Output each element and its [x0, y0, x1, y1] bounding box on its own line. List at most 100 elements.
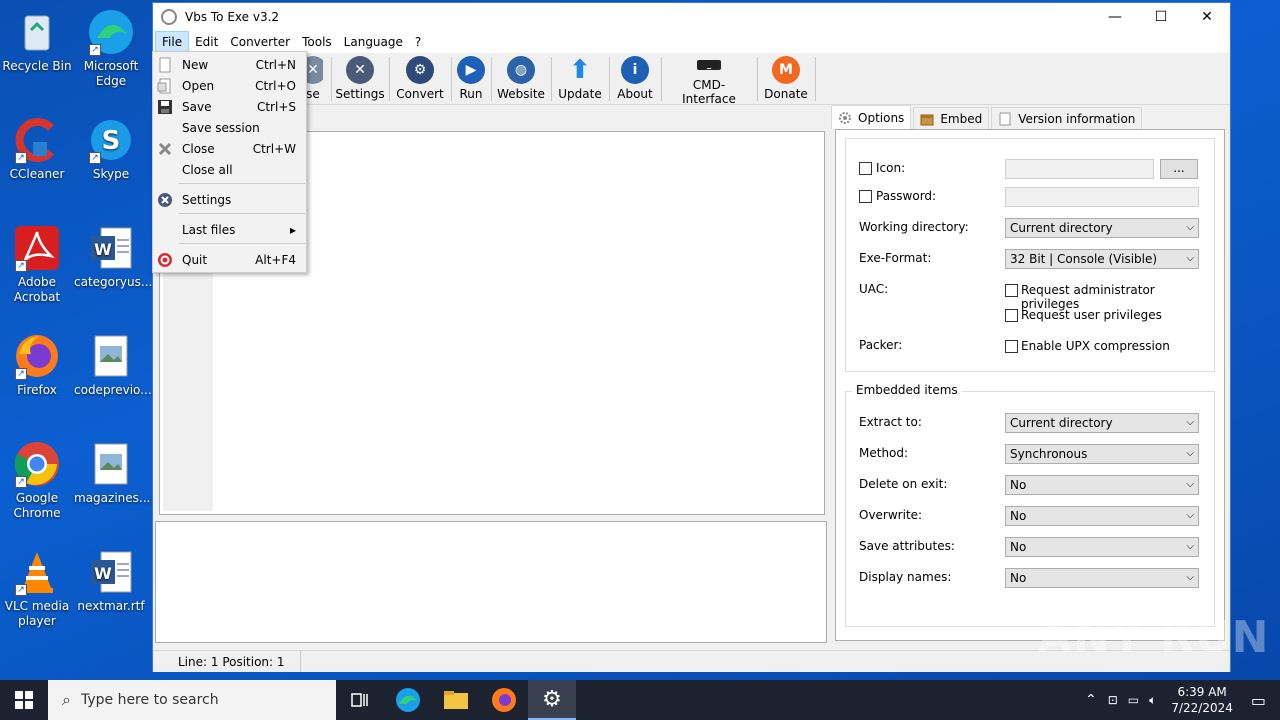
working-directory-select[interactable]: Current directory ⌵: [1005, 218, 1199, 238]
desktop-icon-recycle-bin[interactable]: Recycle Bin: [0, 8, 74, 74]
menu-item-label: Settings: [182, 192, 232, 207]
extract-to-select[interactable]: Current directory ⌵: [1005, 413, 1199, 433]
menu-file[interactable]: File: [155, 31, 190, 53]
notifications-icon[interactable]: ▭: [1243, 691, 1280, 710]
display-names-select[interactable]: No ⌵: [1005, 568, 1199, 588]
icon-checkbox[interactable]: [859, 162, 872, 175]
tab-version-information[interactable]: Version information: [991, 107, 1143, 129]
tab-options[interactable]: Options: [831, 105, 912, 129]
menu-item-settings[interactable]: Settings: [153, 189, 306, 210]
embedded-items-group: Embedded items Extract to: Current direc…: [845, 383, 1215, 627]
menu-item-shortcut: Alt+F4: [255, 252, 296, 267]
save-attributes-select[interactable]: No ⌵: [1005, 537, 1199, 557]
taskbar-edge-button[interactable]: [384, 680, 432, 720]
menu-item-new[interactable]: New Ctrl+N: [153, 54, 306, 75]
password-checkbox[interactable]: [859, 190, 872, 203]
icon-path-field[interactable]: [1005, 159, 1154, 179]
toolbar-separator: [551, 57, 552, 101]
desktop-icon-edge[interactable]: ↗ Microsoft Edge: [74, 8, 148, 89]
desktop-icon-ccleaner[interactable]: ↗ CCleaner: [0, 116, 74, 182]
svg-text:S: S: [102, 126, 121, 156]
desktop-icon-label: Adobe Acrobat: [13, 275, 61, 304]
acrobat-icon: ↗: [13, 224, 61, 272]
menu-item-quit[interactable]: Quit Alt+F4: [153, 249, 306, 270]
menu-separator: [179, 243, 305, 244]
taskbar-firefox-button[interactable]: [480, 680, 528, 720]
minimize-button[interactable]: —: [1092, 3, 1138, 31]
chevron-up-icon[interactable]: ⌃: [1079, 692, 1103, 708]
desktop-icon-magazines[interactable]: magazines...: [74, 440, 150, 506]
volume-icon[interactable]: 🔈︎: [1144, 693, 1161, 708]
desktop-icon-label: Skype: [92, 167, 130, 181]
toolbar-label: Website: [497, 87, 545, 101]
clock[interactable]: 6:39 AM 7/22/2024: [1161, 684, 1243, 716]
desktop-icon-label: codeprevio...: [74, 383, 152, 397]
menu-help[interactable]: ?: [409, 32, 427, 52]
upx-checkbox[interactable]: [1005, 340, 1018, 353]
menu-item-label: Save: [182, 99, 212, 114]
maximize-button[interactable]: ☐: [1138, 3, 1184, 31]
toolbar-cmd-interface-button[interactable]: _ CMD-Interface: [667, 53, 751, 106]
toolbar-separator: [757, 57, 758, 101]
chevron-down-icon: ⌵: [1186, 510, 1194, 521]
uac-user-checkbox[interactable]: [1005, 309, 1018, 322]
tab-embed[interactable]: Embed: [913, 107, 990, 129]
clock-date: 7/22/2024: [1171, 701, 1233, 715]
toolbar-separator: [451, 57, 452, 101]
toolbar: ✕ se ✕ Settings ⚙ Convert ▶ Run ◍ Websit…: [153, 53, 1230, 106]
desktop-icon-label: Recycle Bin: [2, 59, 72, 73]
anyrun-watermark: ANY RUN: [1038, 612, 1270, 663]
close-window-button[interactable]: ✕: [1184, 3, 1230, 31]
desktop-icon-skype[interactable]: S ↗ Skype: [74, 116, 148, 182]
toolbar-update-button[interactable]: ⬆ Update: [557, 53, 603, 103]
taskbar-vbs-to-exe-button[interactable]: ⚙: [528, 680, 576, 720]
display-icon[interactable]: ▭: [1123, 693, 1144, 707]
desktop-icon-chrome[interactable]: ↗ Google Chrome: [0, 440, 74, 521]
menu-edit[interactable]: Edit: [189, 32, 224, 52]
network-icon[interactable]: ⊡: [1103, 693, 1123, 707]
desktop-icon-codeprevio[interactable]: codeprevio...: [74, 332, 152, 398]
desktop-icon-categoryus[interactable]: W categoryus...: [74, 224, 152, 290]
shortcut-arrow-icon: ↗: [15, 368, 27, 380]
working-directory-label: Working directory:: [859, 220, 969, 234]
start-button[interactable]: [0, 680, 48, 720]
toolbar-convert-button[interactable]: ⚙ Convert: [395, 53, 445, 103]
toolbar-website-button[interactable]: ◍ Website: [497, 53, 545, 103]
menu-item-save[interactable]: Save Ctrl+S: [153, 96, 306, 117]
taskbar-search-box[interactable]: ⌕ Type here to search: [48, 680, 336, 720]
toolbar-about-button[interactable]: i About: [615, 53, 655, 103]
delete-on-exit-select[interactable]: No ⌵: [1005, 475, 1199, 495]
menu-item-last-files[interactable]: Last files ▸: [153, 219, 306, 240]
menu-tools[interactable]: Tools: [296, 32, 338, 52]
task-view-button[interactable]: [336, 680, 384, 720]
toolbar-donate-button[interactable]: M Donate: [763, 53, 809, 103]
password-field[interactable]: [1005, 187, 1199, 207]
desktop-icon-nextmar[interactable]: W nextmar.rtf: [74, 548, 148, 614]
desktop-icon-vlc[interactable]: ↗ VLC media player: [0, 548, 74, 629]
uac-user-label: Request user privileges: [1021, 308, 1162, 322]
menu-item-open[interactable]: Open Ctrl+O: [153, 75, 306, 96]
desktop-icon-acrobat[interactable]: ↗ Adobe Acrobat: [0, 224, 74, 305]
menu-item-save-session[interactable]: Save session: [153, 117, 306, 138]
save-attributes-value: No: [1010, 540, 1027, 554]
exe-format-select[interactable]: 32 Bit | Console (Visible) ⌵: [1005, 249, 1199, 269]
method-select[interactable]: Synchronous ⌵: [1005, 444, 1199, 464]
desktop-icon-firefox[interactable]: ↗ Firefox: [0, 332, 74, 398]
settings-tabs: Options Embed Version information: [831, 105, 1144, 129]
icon-browse-button[interactable]: ...: [1160, 159, 1198, 179]
menu-item-close-all[interactable]: Close all: [153, 159, 306, 180]
menu-language[interactable]: Language: [338, 32, 409, 52]
toolbar-run-button[interactable]: ▶ Run: [455, 53, 487, 103]
working-directory-value: Current directory: [1010, 221, 1113, 235]
title-bar[interactable]: Vbs To Exe v3.2 — ☐ ✕: [153, 3, 1230, 31]
overwrite-select[interactable]: No ⌵: [1005, 506, 1199, 526]
menu-item-close[interactable]: Close Ctrl+W: [153, 138, 306, 159]
taskbar-file-explorer-button[interactable]: [432, 680, 480, 720]
uac-admin-checkbox[interactable]: [1005, 284, 1018, 297]
toolbar-separator: [389, 57, 390, 101]
toolbar-settings-button[interactable]: ✕ Settings: [335, 53, 385, 103]
menu-converter[interactable]: Converter: [224, 32, 296, 52]
ccleaner-icon: ↗: [13, 116, 61, 164]
output-pane[interactable]: [155, 521, 827, 643]
tab-label: Embed: [940, 111, 983, 126]
